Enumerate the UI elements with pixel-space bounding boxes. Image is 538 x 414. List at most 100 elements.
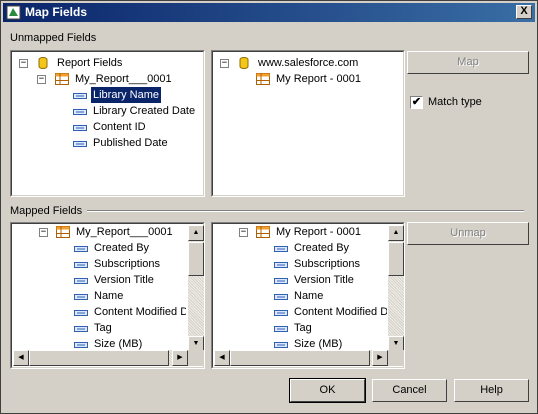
tree-node-field[interactable]: Subscriptions — [212, 256, 387, 272]
collapse-icon[interactable]: − — [239, 228, 248, 237]
field-icon — [274, 310, 288, 316]
field-icon — [74, 326, 88, 332]
tree-node-field[interactable]: Content Modified Da — [11, 304, 186, 320]
tree-node-field[interactable]: Name — [212, 288, 387, 304]
ok-button[interactable]: OK — [289, 378, 366, 403]
tree-node-label: Subscriptions — [94, 258, 161, 270]
tree-node-field[interactable]: Created By — [212, 240, 387, 256]
app-icon — [6, 5, 21, 20]
tree-node-label: Name — [294, 290, 324, 302]
field-icon — [274, 326, 288, 332]
tree-node-label: Published Date — [93, 137, 168, 149]
scroll-up-button[interactable]: ▲ — [388, 225, 404, 241]
tree-node-report[interactable]: My Report - 0001 — [212, 71, 402, 87]
scroll-thumb[interactable] — [230, 350, 370, 366]
map-button[interactable]: Map — [407, 51, 529, 74]
horizontal-scrollbar[interactable]: ◀ ▶ — [214, 350, 388, 366]
database-icon — [239, 57, 249, 69]
scroll-up-button[interactable]: ▲ — [188, 225, 204, 241]
tree-node-field[interactable]: Version Title — [212, 272, 387, 288]
vertical-scrollbar[interactable]: ▲ ▼ — [388, 225, 404, 352]
collapse-icon[interactable]: − — [19, 59, 28, 68]
horizontal-scrollbar[interactable]: ◀ ▶ — [13, 350, 188, 366]
tree-node-field[interactable]: Published Date — [11, 135, 201, 151]
tree-node-report[interactable]: − My Report - 0001 — [212, 224, 387, 240]
tree-node-label: My Report - 0001 — [276, 226, 361, 238]
tree-node-field[interactable]: Content ID — [11, 119, 201, 135]
collapse-icon[interactable]: − — [39, 228, 48, 237]
tree-node-field[interactable]: Tag — [212, 320, 387, 336]
window-title: Map Fields — [25, 5, 88, 19]
tree-node-report-fields[interactable]: − Report Fields — [11, 55, 201, 71]
title-bar[interactable]: Map Fields X — [3, 3, 535, 22]
unmapped-left-tree[interactable]: − Report Fields − My_Report___0001 Libra… — [10, 50, 205, 197]
tree-node-field[interactable]: Content Modified Da — [212, 304, 387, 320]
tree-node-field[interactable]: Library Created Date — [11, 103, 201, 119]
tree-node-label: Subscriptions — [294, 258, 361, 270]
field-icon — [274, 294, 288, 300]
unmap-button[interactable]: Unmap — [407, 222, 529, 245]
help-button[interactable]: Help — [454, 379, 529, 402]
tree-node-label: Name — [94, 290, 124, 302]
tree-node-report[interactable]: − My_Report___0001 — [11, 224, 186, 240]
field-icon — [74, 278, 88, 284]
match-type-checkbox[interactable]: ✔ — [410, 96, 423, 109]
scroll-right-button[interactable]: ▶ — [172, 350, 188, 366]
vertical-scrollbar[interactable]: ▲ ▼ — [188, 225, 204, 352]
tree-node-label: www.salesforce.com — [258, 57, 359, 69]
scroll-thumb[interactable] — [29, 350, 169, 366]
tree-node-field[interactable]: Created By — [11, 240, 186, 256]
section-divider — [87, 210, 524, 212]
unmapped-fields-label: Unmapped Fields — [10, 32, 97, 44]
unmapped-right-tree[interactable]: − www.salesforce.com My Report - 0001 — [211, 50, 405, 197]
scroll-thumb[interactable] — [188, 242, 204, 276]
database-icon — [38, 57, 48, 69]
cancel-button[interactable]: Cancel — [372, 379, 447, 402]
tree-node-field[interactable]: Subscriptions — [11, 256, 186, 272]
scroll-right-button[interactable]: ▶ — [372, 350, 388, 366]
field-icon — [274, 278, 288, 284]
tree-node-report[interactable]: − My_Report___0001 — [11, 71, 201, 87]
match-type-label: Match type — [428, 96, 482, 108]
tree-node-salesforce[interactable]: − www.salesforce.com — [212, 55, 402, 71]
mapped-fields-label: Mapped Fields — [10, 205, 83, 217]
tree-node-field[interactable]: Tag — [11, 320, 186, 336]
tree-node-label: Report Fields — [57, 57, 123, 69]
field-icon — [73, 93, 87, 99]
tree-node-field[interactable]: Version Title — [11, 272, 186, 288]
table-icon — [56, 226, 70, 238]
close-button[interactable]: X — [516, 5, 532, 19]
tree-node-label: Version Title — [294, 274, 354, 286]
tree-node-label: My_Report___0001 — [76, 226, 173, 238]
tree-node-label: Tag — [94, 322, 112, 334]
mapped-right-tree[interactable]: − My Report - 0001 Created By Subscripti… — [211, 222, 405, 369]
field-icon — [74, 246, 88, 252]
collapse-icon[interactable]: − — [220, 59, 229, 68]
tree-node-label: Tag — [294, 322, 312, 334]
table-icon — [256, 73, 270, 85]
scrollbar-corner — [188, 350, 204, 366]
tree-node-field[interactable]: Library Name — [11, 86, 201, 104]
field-icon — [74, 262, 88, 268]
field-icon — [74, 310, 88, 316]
field-icon — [73, 141, 87, 147]
tree-node-label: Created By — [94, 242, 150, 254]
scrollbar-corner — [388, 350, 404, 366]
tree-node-field[interactable]: Name — [11, 288, 186, 304]
map-fields-dialog: Map Fields X Unmapped Fields − Report Fi… — [0, 0, 538, 414]
field-icon — [274, 246, 288, 252]
scroll-left-button[interactable]: ◀ — [13, 350, 29, 366]
field-icon — [73, 125, 87, 131]
tree-node-label: Version Title — [94, 274, 154, 286]
tree-node-label: Content ID — [93, 121, 146, 133]
field-icon — [274, 262, 288, 268]
field-icon — [73, 109, 87, 115]
collapse-icon[interactable]: − — [37, 75, 46, 84]
mapped-left-tree[interactable]: − My_Report___0001 Created By Subscripti… — [10, 222, 205, 369]
tree-node-label: My Report - 0001 — [276, 73, 361, 85]
tree-node-label: Content Modified Da — [294, 306, 387, 318]
scroll-thumb[interactable] — [388, 242, 404, 276]
table-icon — [55, 73, 69, 85]
tree-node-label: Library Created Date — [93, 105, 196, 117]
scroll-left-button[interactable]: ◀ — [214, 350, 230, 366]
